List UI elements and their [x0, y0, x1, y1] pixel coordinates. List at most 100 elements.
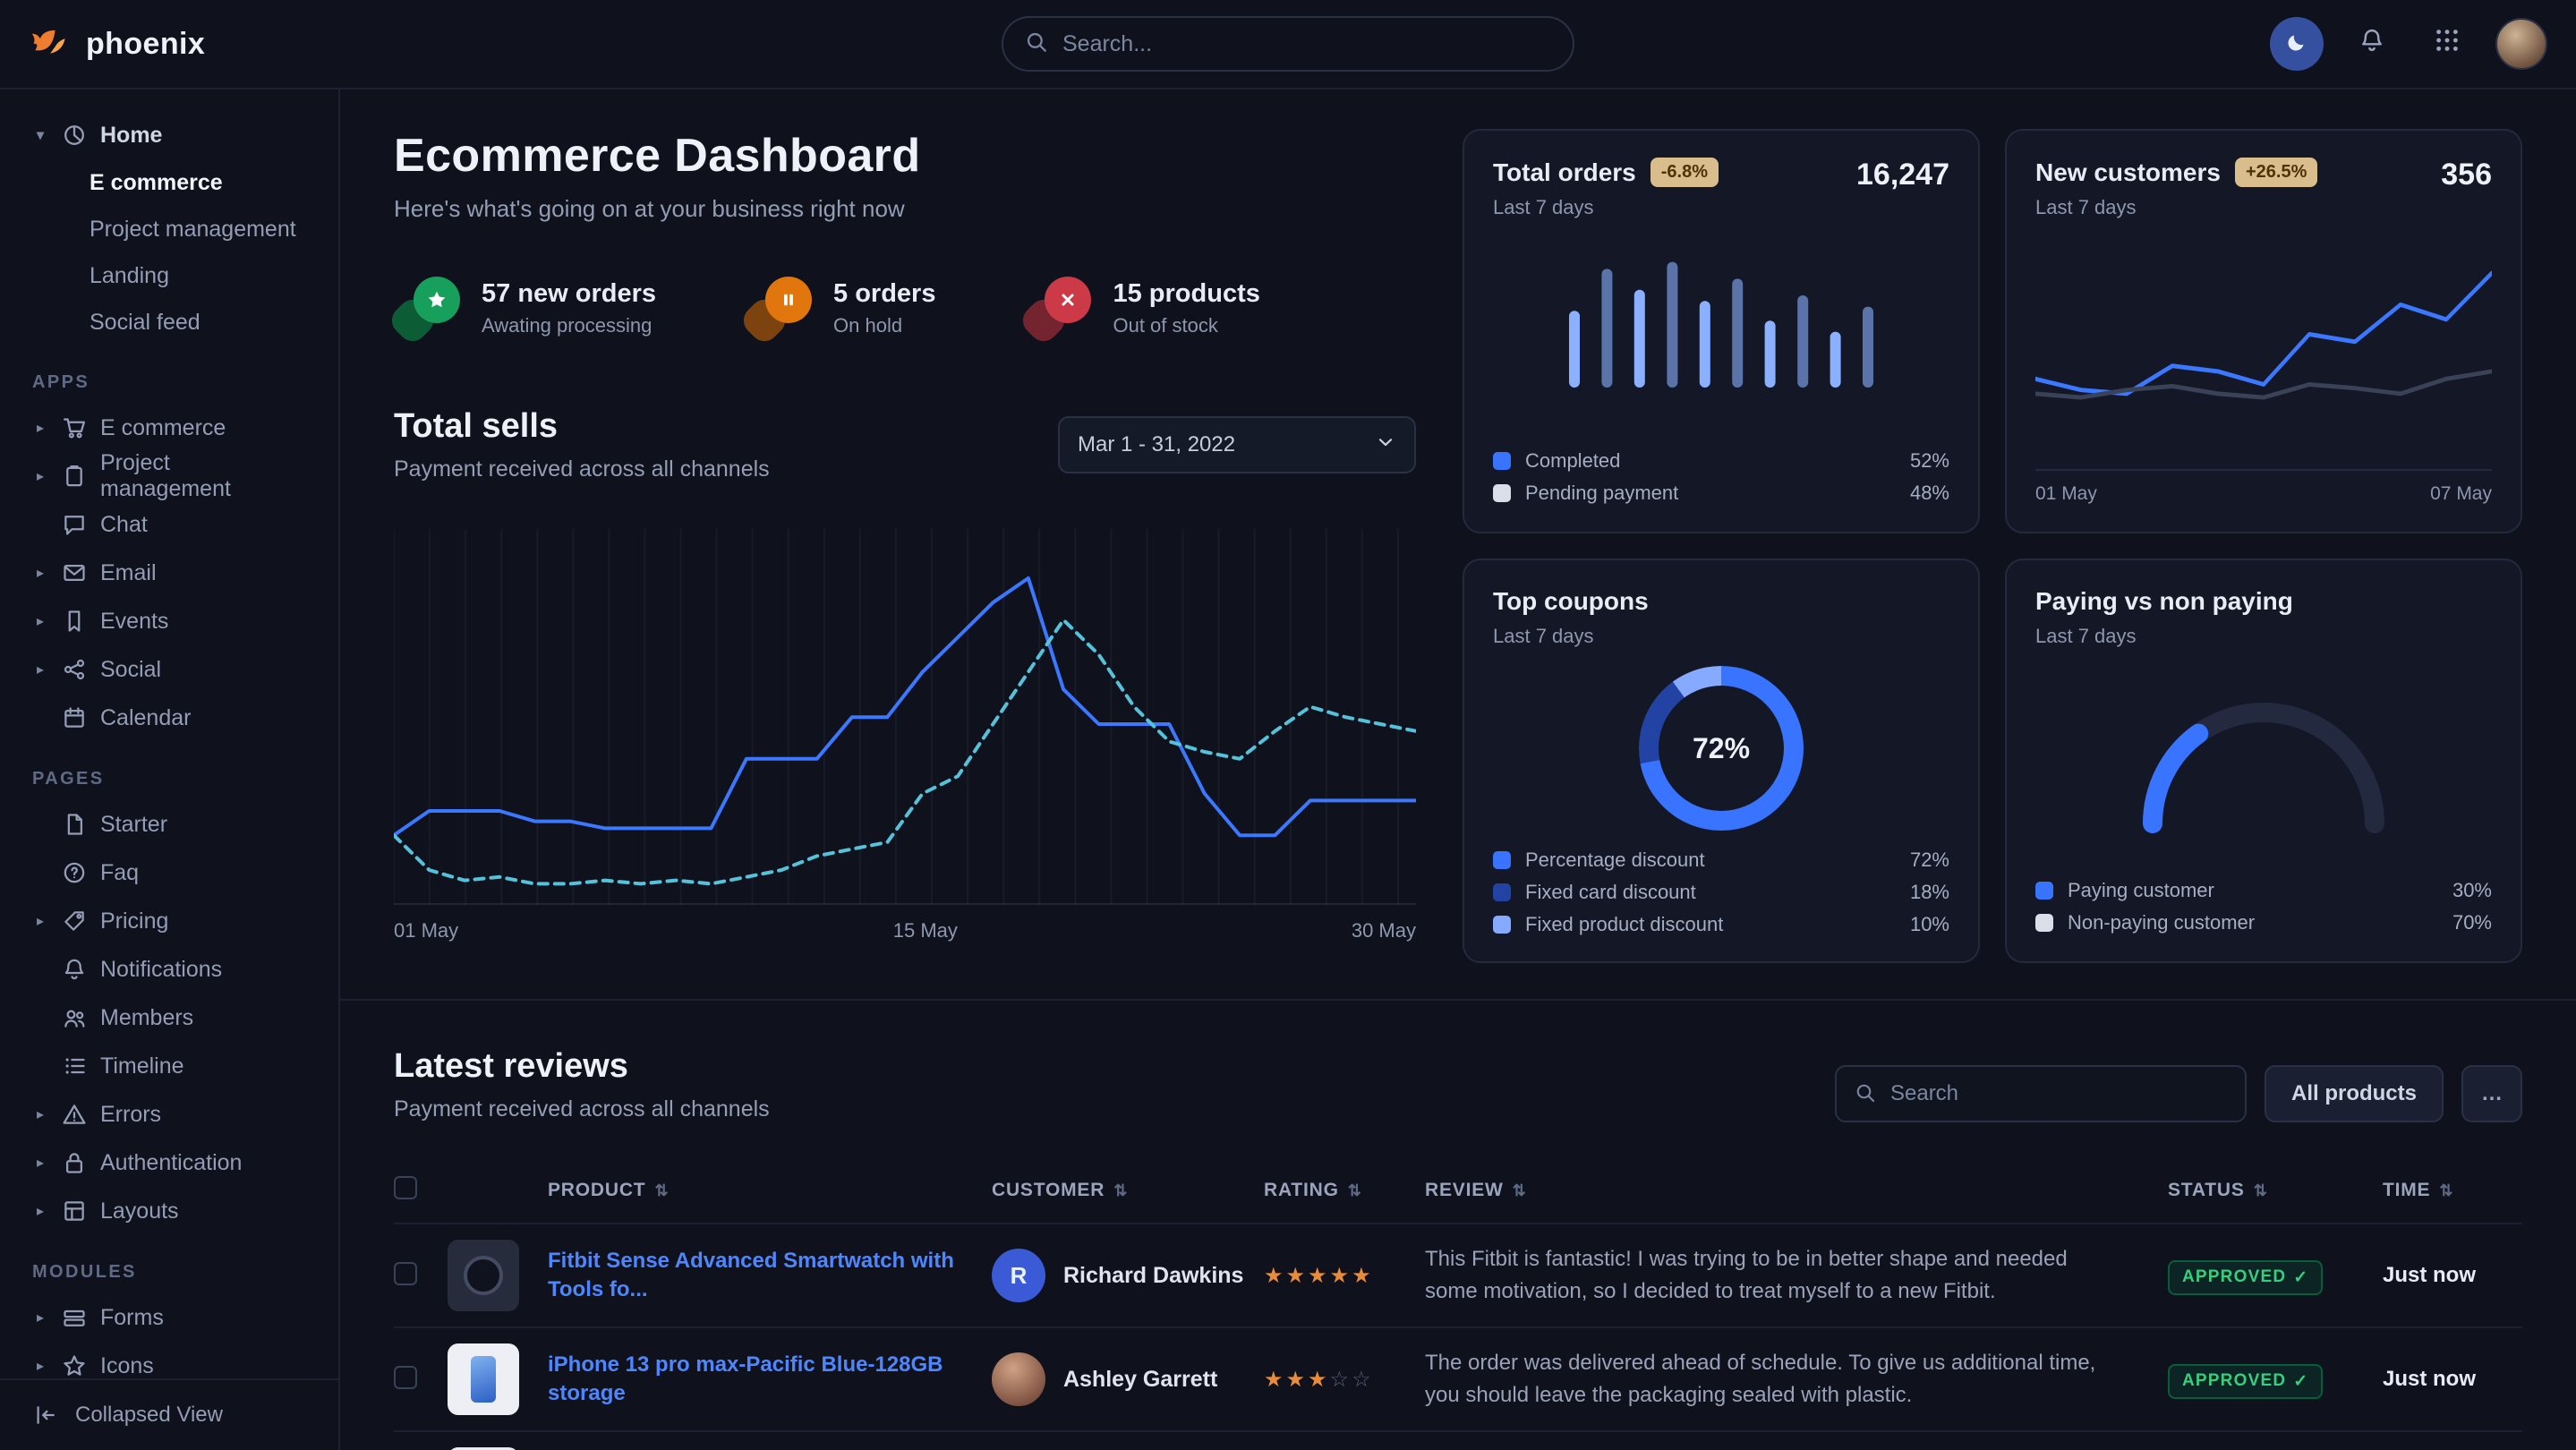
x-tick: 30 May	[1352, 919, 1416, 942]
delta-badge: +26.5%	[2235, 158, 2317, 187]
sort-icon: ⇅	[2439, 1181, 2453, 1200]
legend-item: Non-paying customer70%	[2035, 911, 2492, 934]
bookmark-icon	[61, 608, 88, 635]
sidebar-item-chat[interactable]: Chat	[21, 500, 317, 549]
reviews-search-input[interactable]	[1890, 1081, 2227, 1106]
legend-item: Pending payment48%	[1493, 482, 1949, 505]
sidebar-item-faq[interactable]: Faq	[21, 849, 317, 897]
sidebar-item-email[interactable]: ▸Email	[21, 549, 317, 597]
delta-badge: -6.8%	[1651, 158, 1719, 187]
sidebar-section-label: PAGES	[32, 769, 306, 789]
all-products-button[interactable]: All products	[2265, 1065, 2444, 1122]
sidebar-item-forms[interactable]: ▸Forms	[21, 1293, 317, 1342]
stat-5-orders: 5 orders On hold	[746, 277, 935, 339]
date-range-select[interactable]: Mar 1 - 31, 2022	[1058, 416, 1416, 473]
status-badge: APPROVED✓	[2168, 1364, 2323, 1399]
sidebar-item-label: Timeline	[100, 1053, 184, 1079]
stat-title: 5 orders	[833, 279, 935, 309]
row-checkbox[interactable]	[394, 1366, 417, 1389]
column-header-rating[interactable]: RATING⇅	[1264, 1180, 1425, 1201]
apps-menu-button[interactable]	[2420, 17, 2474, 71]
paying-legend: Paying customer30%Non-paying customer70%	[2035, 879, 2492, 934]
status-badge: APPROVED✓	[2168, 1260, 2323, 1295]
card-title: Paying vs non paying	[2035, 587, 2293, 616]
sidebar-item-e-commerce[interactable]: ▸E commerce	[21, 404, 317, 452]
legend-swatch	[1493, 484, 1511, 502]
column-header-customer[interactable]: CUSTOMER⇅	[992, 1180, 1264, 1201]
reviews-table: PRODUCT⇅CUSTOMER⇅RATING⇅REVIEW⇅STATUS⇅TI…	[394, 1158, 2522, 1450]
empty-stars: ☆☆	[1330, 1368, 1374, 1392]
sidebar-item-icons[interactable]: ▸Icons	[21, 1342, 317, 1378]
caret-right-icon: ▸	[32, 612, 48, 630]
column-header-time[interactable]: TIME⇅	[2383, 1180, 2522, 1201]
sidebar-item-notifications[interactable]: Notifications	[21, 945, 317, 994]
moon-icon	[2285, 28, 2308, 61]
sidebar-item-label: Pricing	[100, 908, 168, 934]
global-search[interactable]	[1002, 16, 1574, 72]
legend-value: 48%	[1910, 482, 1949, 505]
new-customers-card: New customers +26.5% Last 7 days 356 01 …	[2005, 129, 2522, 533]
sidebar-item-home[interactable]: ▾Home	[21, 111, 317, 159]
column-header-product[interactable]: PRODUCT⇅	[548, 1180, 992, 1201]
sidebar-item-label: Faq	[100, 860, 139, 886]
layout-icon	[61, 1198, 88, 1224]
row-checkbox[interactable]	[394, 1176, 417, 1199]
sidebar-item-landing[interactable]: Landing	[64, 252, 317, 299]
sidebar-item-label: Events	[100, 609, 168, 635]
collapsed-view-toggle[interactable]: Collapsed View	[0, 1378, 338, 1450]
sidebar-item-layouts[interactable]: ▸Layouts	[21, 1187, 317, 1235]
sidebar-item-authentication[interactable]: ▸Authentication	[21, 1139, 317, 1187]
total-sells-title: Total sells	[394, 407, 770, 446]
column-header-status[interactable]: STATUS⇅	[2168, 1180, 2383, 1201]
sidebar-item-starter[interactable]: Starter	[21, 800, 317, 849]
column-label: CUSTOMER	[992, 1180, 1105, 1201]
reviews-controls: All products …	[1835, 1065, 2522, 1122]
sidebar-item-project-management[interactable]: Project management	[64, 206, 317, 252]
total-orders-chart	[1493, 248, 1949, 388]
product-link[interactable]: Fitbit Sense Advanced Smartwatch with To…	[548, 1247, 992, 1305]
collapsed-view-label: Collapsed View	[75, 1403, 223, 1428]
brand-name: phoenix	[86, 27, 205, 62]
sidebar-item-label: Notifications	[100, 957, 222, 983]
sidebar-nav: ▾HomeE commerceProject managementLanding…	[0, 111, 338, 1378]
sidebar-item-errors[interactable]: ▸Errors	[21, 1090, 317, 1139]
phoenix-logo-icon	[29, 19, 72, 69]
dark-mode-toggle[interactable]	[2270, 17, 2324, 71]
stat-text: 15 productsOut of stock	[1113, 279, 1259, 337]
pause-icon	[746, 277, 812, 339]
checkbox-cell	[394, 1176, 448, 1205]
caret-right-icon: ▸	[32, 467, 48, 485]
stat-caption: On hold	[833, 314, 935, 337]
user-avatar[interactable]	[2495, 18, 2547, 70]
caret-right-icon: ▸	[32, 1105, 48, 1123]
reviews-search[interactable]	[1835, 1065, 2247, 1122]
legend-label: Completed	[1525, 449, 1620, 473]
brand[interactable]: phoenix	[29, 19, 205, 69]
notifications-button[interactable]	[2345, 17, 2399, 71]
more-options-button[interactable]: …	[2461, 1065, 2522, 1122]
column-label: RATING	[1264, 1180, 1339, 1201]
sidebar-item-events[interactable]: ▸ Events	[21, 597, 317, 645]
caret-right-icon: ▸	[32, 661, 48, 678]
new-customers-value: 356	[2441, 158, 2492, 192]
sidebar-item-social[interactable]: ▸Social	[21, 645, 317, 694]
global-search-input[interactable]	[1062, 31, 1551, 57]
check-icon: ✓	[2293, 1371, 2308, 1392]
sidebar-item-social-feed[interactable]: Social feed	[64, 299, 317, 345]
sidebar-item-e-commerce[interactable]: E commerce	[64, 159, 317, 206]
product-link[interactable]: iPhone 13 pro max-Pacific Blue-128GB sto…	[548, 1351, 992, 1409]
sidebar-item-project-management[interactable]: ▸Project management	[21, 452, 317, 500]
pie-icon	[61, 122, 88, 149]
legend-value: 10%	[1910, 913, 1949, 936]
sidebar-item-pricing[interactable]: ▸Pricing	[21, 897, 317, 945]
users-icon	[61, 1004, 88, 1031]
sidebar-item-timeline[interactable]: Timeline	[21, 1042, 317, 1090]
card-title: New customers	[2035, 158, 2221, 187]
row-checkbox[interactable]	[394, 1262, 417, 1285]
stat-title: 15 products	[1113, 279, 1259, 309]
legend-item: Fixed card discount18%	[1493, 881, 1949, 904]
sidebar-item-calendar[interactable]: Calendar	[21, 694, 317, 742]
column-header-review[interactable]: REVIEW⇅	[1425, 1180, 2168, 1201]
warning-icon	[61, 1101, 88, 1128]
sidebar-item-members[interactable]: Members	[21, 994, 317, 1042]
